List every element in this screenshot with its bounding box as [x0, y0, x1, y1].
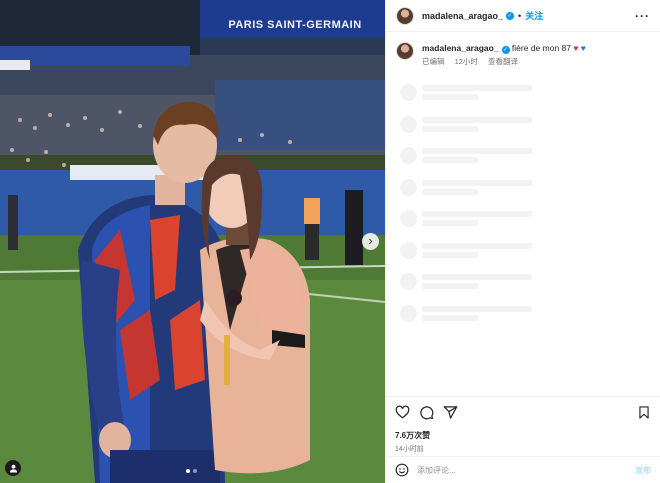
- chevron-right-icon: ›: [368, 233, 373, 248]
- follow-button[interactable]: 关注: [525, 9, 543, 22]
- caption-text: fière de mon 87: [511, 43, 571, 53]
- emoji-icon[interactable]: [395, 463, 409, 477]
- edited-label: 已编辑: [422, 57, 445, 66]
- tagged-users-button[interactable]: [5, 460, 21, 476]
- comment-placeholder: [400, 178, 650, 211]
- carousel-next-button[interactable]: ›: [362, 233, 379, 250]
- see-translation-link[interactable]: 查看翻译: [488, 57, 518, 66]
- more-horizontal-icon[interactable]: ···: [635, 9, 650, 23]
- blue-heart-emoji: ♥: [580, 43, 586, 53]
- separator: •: [518, 10, 522, 21]
- comment-placeholder: [400, 273, 650, 305]
- person-icon: [9, 464, 17, 473]
- comment-icon[interactable]: [419, 405, 434, 420]
- caption-time: 12小时: [454, 57, 478, 66]
- post-photo[interactable]: PARIS SAINT-GERMAIN ›: [0, 0, 385, 483]
- caption-body: madalena_aragao_ ✓ fière de mon 87 ♥ ♥ 已编…: [422, 42, 586, 68]
- post-panel: madalena_aragao_ ✓ • 关注 ··· madalena_ara…: [385, 0, 660, 483]
- comment-input[interactable]: [417, 465, 635, 475]
- avatar[interactable]: [396, 42, 414, 60]
- action-icons: [395, 405, 651, 420]
- stadium-banner: PARIS SAINT-GERMAIN: [228, 19, 362, 31]
- likes-count[interactable]: 7.6万次赞: [395, 430, 651, 441]
- post-time[interactable]: 14小时前: [395, 444, 651, 454]
- carousel-dot: [193, 469, 197, 473]
- comment-box: 发布: [386, 456, 660, 483]
- comment-placeholder: [400, 84, 650, 116]
- header-username[interactable]: madalena_aragao_: [422, 11, 503, 21]
- bookmark-icon[interactable]: [637, 405, 651, 420]
- post-header: madalena_aragao_ ✓ • 关注 ···: [386, 0, 660, 32]
- comment-placeholder: [400, 115, 650, 148]
- heart-icon[interactable]: [395, 405, 410, 420]
- verified-badge-icon: ✓: [501, 46, 510, 54]
- red-heart-emoji: ♥: [573, 43, 579, 53]
- caption: madalena_aragao_ ✓ fière de mon 87 ♥ ♥ 已编…: [386, 32, 660, 68]
- post-actions: 7.6万次赞 14小时前: [386, 396, 660, 454]
- comment-placeholder: [400, 147, 650, 179]
- share-icon[interactable]: [443, 405, 458, 420]
- caption-username[interactable]: madalena_aragao_: [422, 43, 499, 53]
- carousel-dot: [186, 469, 190, 473]
- post-comment-button[interactable]: 发布: [635, 465, 651, 476]
- comment-placeholder: [400, 241, 650, 274]
- instagram-post: PARIS SAINT-GERMAIN › madalena_aragao_ ✓…: [0, 0, 660, 483]
- verified-badge-icon: ✓: [506, 11, 515, 20]
- carousel-dots: [186, 469, 197, 473]
- caption-line: madalena_aragao_ ✓ fière de mon 87 ♥ ♥: [422, 42, 586, 54]
- avatar[interactable]: [396, 6, 414, 25]
- comment-placeholder: [400, 304, 650, 337]
- caption-meta: 已编辑 12小时 查看翻译: [422, 56, 586, 68]
- comments-loading: [386, 68, 660, 336]
- comment-placeholder: [400, 210, 650, 242]
- photo-scene: [0, 0, 385, 483]
